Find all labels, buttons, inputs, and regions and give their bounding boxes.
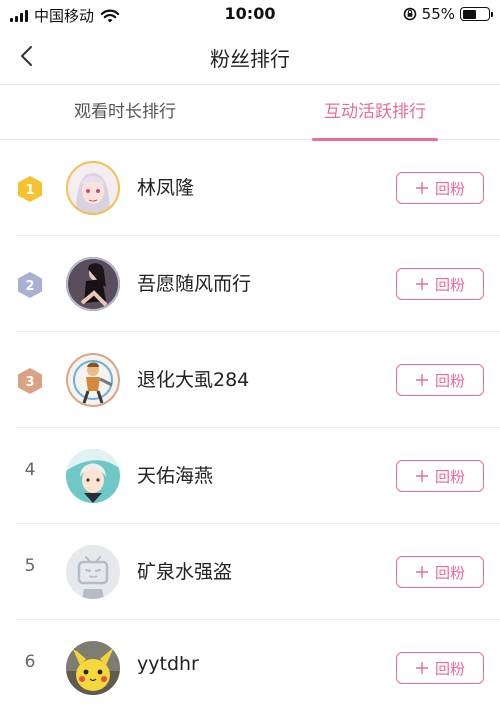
follow-back-label: 回粉	[434, 467, 465, 486]
fan-row[interactable]: 4 天佑海燕 回粉	[0, 428, 500, 524]
fan-name: 退化大虱284	[137, 369, 250, 391]
avatar-game-character-image	[66, 353, 120, 407]
fan-row[interactable]: 5 矿泉水强盗 回粉	[0, 524, 500, 620]
follow-back-label: 回粉	[434, 563, 465, 582]
follow-back-button[interactable]: 回粉	[396, 364, 484, 396]
silver-rank-badge-icon: 2	[18, 272, 42, 298]
avatar[interactable]	[66, 449, 120, 503]
fan-name: 吾愿随风而行	[137, 273, 252, 295]
follow-back-button[interactable]: 回粉	[396, 172, 484, 204]
tab-watch-time-ranking[interactable]: 观看时长排行	[0, 85, 250, 141]
tab-interaction-ranking-label: 互动活跃排行	[324, 102, 426, 122]
rank-number: 4	[24, 460, 36, 480]
follow-back-label: 回粉	[434, 371, 465, 390]
tab-interaction-ranking[interactable]: 互动活跃排行	[250, 85, 500, 141]
follow-back-button[interactable]: 回粉	[396, 460, 484, 492]
plus-icon	[415, 662, 428, 674]
battery-fill	[462, 9, 477, 19]
avatar[interactable]	[66, 257, 120, 311]
avatar-anime-girl-image	[66, 161, 120, 215]
plus-icon	[415, 566, 428, 578]
fan-name: 林凤隆	[137, 177, 195, 199]
fan-list: 1 林凤隆 回粉 2 吾愿随风而行 回粉 3 退化大虱284 回粉 4 天佑海燕…	[0, 140, 500, 716]
plus-icon	[415, 182, 428, 194]
follow-back-button[interactable]: 回粉	[396, 268, 484, 300]
follow-back-label: 回粉	[434, 275, 465, 294]
fan-row[interactable]: 6 yytdhr 回粉	[0, 620, 500, 716]
status-bar: 中国移动 10:00 55%	[0, 0, 500, 30]
tab-bar: 观看时长排行 互动活跃排行	[0, 84, 500, 141]
rank-number: 5	[24, 556, 36, 576]
avatar[interactable]	[66, 641, 120, 695]
rank-number: 2	[25, 279, 34, 294]
plus-icon	[415, 470, 428, 482]
gold-rank-badge-icon: 1	[18, 176, 42, 202]
fan-row[interactable]: 1 林凤隆 回粉	[0, 140, 500, 236]
follow-back-label: 回粉	[434, 659, 465, 678]
fan-row[interactable]: 3 退化大虱284 回粉	[0, 332, 500, 428]
status-right: 55%	[403, 5, 493, 23]
rank-number: 3	[25, 375, 34, 390]
avatar[interactable]	[66, 353, 120, 407]
avatar[interactable]	[66, 545, 120, 599]
plus-icon	[415, 278, 428, 290]
nav-bar: 粉丝排行	[0, 30, 500, 84]
fan-row[interactable]: 2 吾愿随风而行 回粉	[0, 236, 500, 332]
page-title: 粉丝排行	[210, 47, 290, 71]
follow-back-button[interactable]: 回粉	[396, 556, 484, 588]
rank-number: 1	[25, 183, 34, 198]
avatar[interactable]	[66, 161, 120, 215]
battery-percent: 55%	[421, 5, 455, 23]
follow-back-label: 回粉	[434, 179, 465, 198]
fan-name: 矿泉水强盗	[137, 561, 233, 583]
bronze-rank-badge-icon: 3	[18, 368, 42, 394]
rank-number: 6	[24, 652, 36, 672]
avatar-dark-figure-image	[66, 257, 120, 311]
battery-icon	[460, 7, 493, 21]
rotation-lock-icon	[403, 7, 416, 21]
avatar-anime-boy-image	[66, 449, 120, 503]
avatar-default-tv-image	[66, 545, 120, 599]
plus-icon	[415, 374, 428, 386]
fan-name: 天佑海燕	[137, 465, 214, 487]
fan-name: yytdhr	[137, 653, 199, 675]
avatar-pikachu-image	[66, 641, 120, 695]
follow-back-button[interactable]: 回粉	[396, 652, 484, 684]
